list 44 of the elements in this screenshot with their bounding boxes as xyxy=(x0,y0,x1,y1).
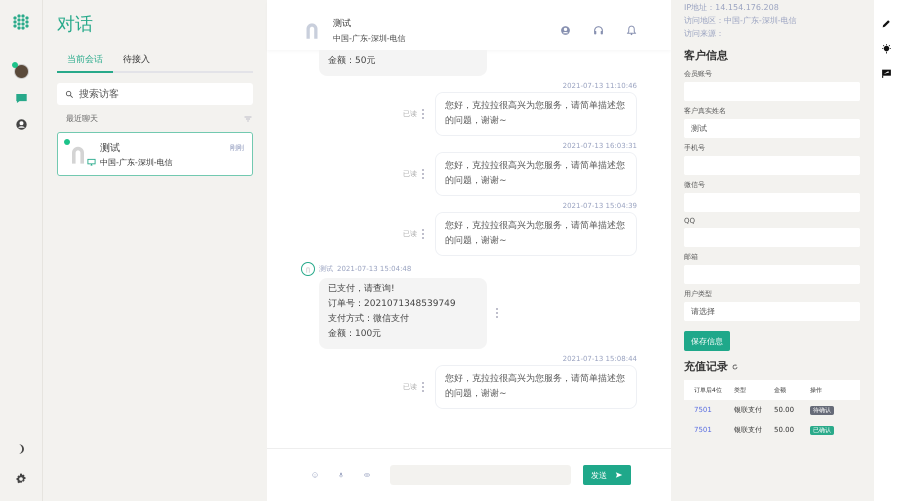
refresh-icon[interactable] xyxy=(731,362,739,370)
desktop-icon xyxy=(87,158,96,167)
more-icon[interactable] xyxy=(421,381,425,393)
user-icon[interactable] xyxy=(14,118,28,131)
send-button[interactable]: 发送 xyxy=(583,465,631,485)
visitor-location: 中国-广东-深圳-电信 xyxy=(333,32,407,44)
more-icon[interactable] xyxy=(421,228,425,240)
message-bubble: 您好，克拉拉很高兴为您服务，请简单描述您的问题，谢谢~ xyxy=(435,92,637,136)
visitor-name: 测试 xyxy=(100,142,121,154)
more-icon[interactable] xyxy=(495,306,499,318)
bulb-icon[interactable] xyxy=(881,43,892,54)
filter-icon[interactable] xyxy=(243,114,253,124)
section-label: 最近聊天 xyxy=(66,113,98,124)
search-field[interactable]: 搜索访客 xyxy=(57,83,253,105)
more-icon[interactable] xyxy=(421,108,425,120)
message-bubble: 您好，克拉拉很高兴为您服务，请简单描述您的问题，谢谢~ xyxy=(435,365,637,409)
chat-icon[interactable] xyxy=(14,92,28,105)
more-icon[interactable] xyxy=(421,168,425,180)
message-bubble: 您好，克拉拉很高兴为您服务，请简单描述您的问题，谢谢~ xyxy=(435,152,637,196)
message-bubble: 您好，克拉拉很高兴为您服务，请简单描述您的问题，谢谢~ xyxy=(435,212,637,256)
screen-icon[interactable] xyxy=(881,68,892,79)
section-title: 客户信息 xyxy=(684,48,729,63)
input-field[interactable]: 请选择 xyxy=(684,302,860,321)
pen-icon[interactable] xyxy=(881,18,892,29)
headset-icon[interactable] xyxy=(593,24,604,36)
visitor-info: 访问地区：中国-广东-深圳-电信 xyxy=(684,15,798,27)
visitor-info: 访问来源： xyxy=(684,28,725,40)
tab[interactable]: 当前会话 xyxy=(57,48,113,73)
section-title: 充值记录 xyxy=(684,359,728,374)
bell-icon[interactable] xyxy=(626,24,637,36)
visitor-name: 测试 xyxy=(333,18,352,30)
logo-icon xyxy=(11,12,31,32)
message-bubble: 已支付，请查询! 订单号：2021071348539749 支付方式：微信支付 金额：100元 xyxy=(319,278,487,349)
settings-icon[interactable] xyxy=(15,473,27,485)
message-bubble: 金额：50元 xyxy=(319,50,487,76)
avatar-icon[interactable] xyxy=(14,64,28,79)
input-field[interactable]: 测试 xyxy=(684,119,860,138)
save-button[interactable]: 保存信息 xyxy=(684,331,730,351)
panel-title: 对话 xyxy=(57,13,94,36)
tab[interactable]: 待接入 xyxy=(113,48,160,73)
visitor-info: IP地址：14.154.176.208 xyxy=(684,2,780,14)
visitor-location: 中国-广东-深圳-电信 xyxy=(100,156,174,168)
send-icon xyxy=(615,471,623,479)
avatar-icon xyxy=(304,264,312,274)
